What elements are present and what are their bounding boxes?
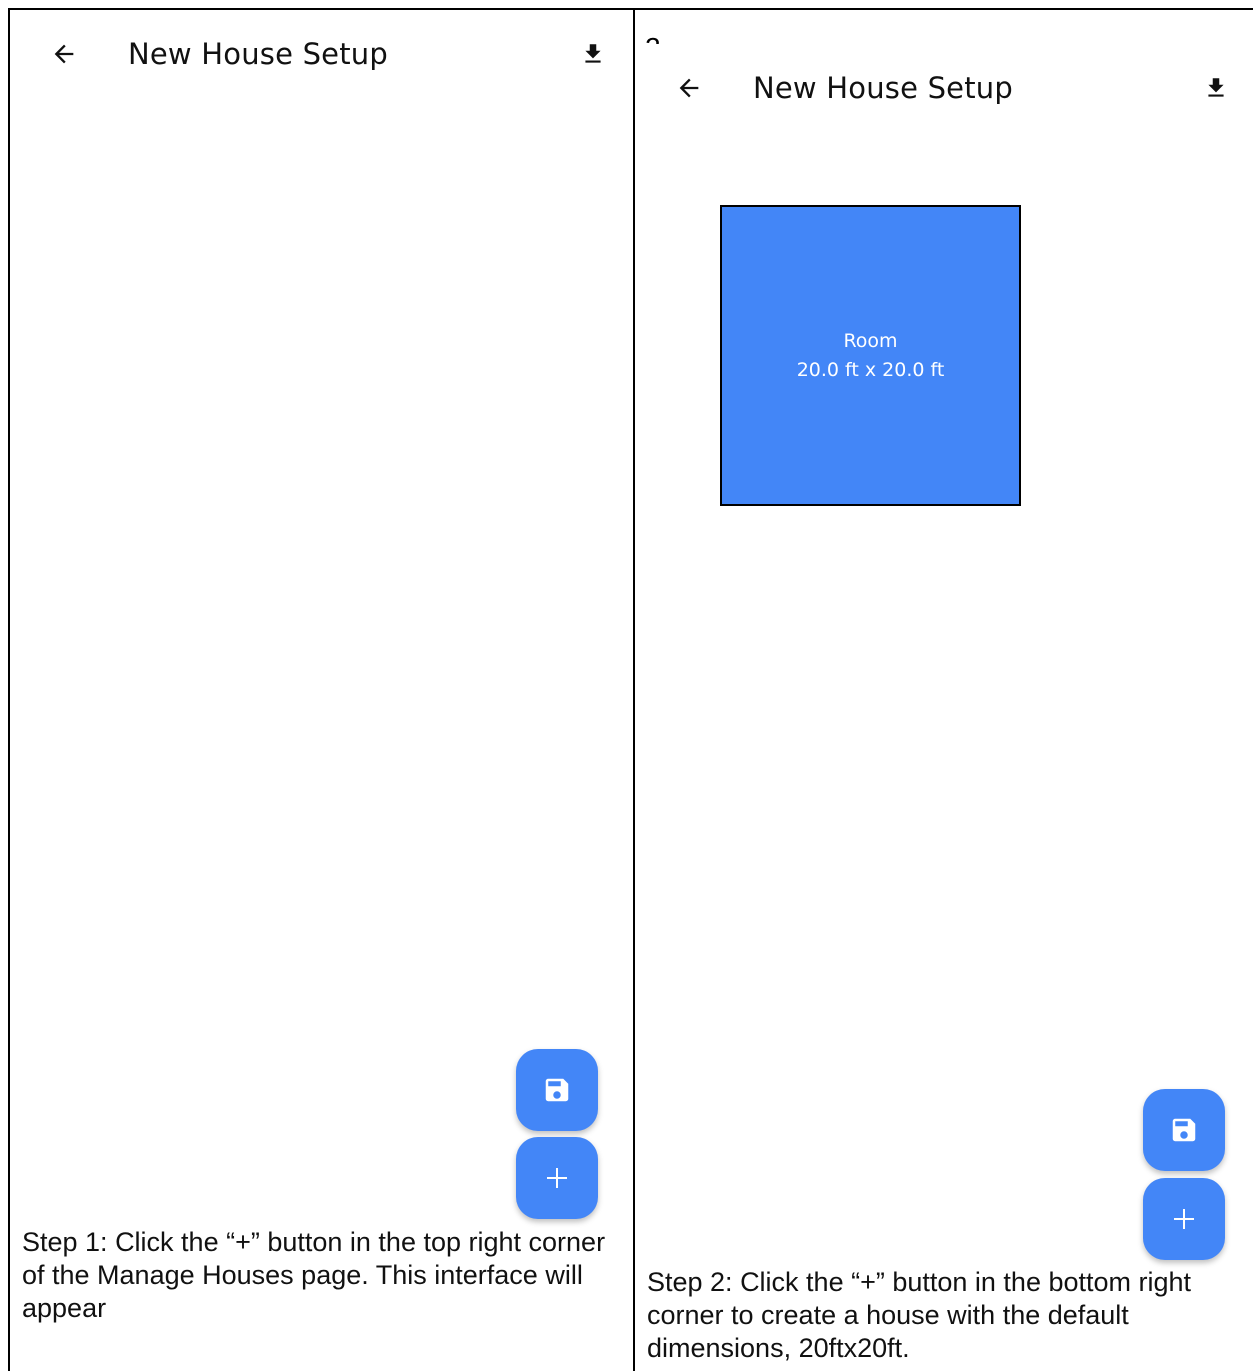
step-2-caption: Step 2: Click the “+” button in the bott… [647, 1267, 1192, 1363]
step-2-screenshot: New House Setup Room 20.0 ft x 20.0 ft [635, 44, 1253, 1260]
step-1-screenshot: New House Setup [10, 10, 610, 1219]
plus-icon [547, 1168, 567, 1188]
step-1-caption: Step 1: Click the “+” button in the top … [22, 1227, 606, 1323]
room-dimensions: 20.0 ft x 20.0 ft [796, 358, 945, 381]
download-icon[interactable] [1203, 74, 1229, 102]
instruction-table: New House Setup Step 1: Click the “+” bu… [8, 8, 1253, 1371]
floppy-disk-icon [1172, 1118, 1196, 1142]
step-1-cell: New House Setup Step 1: Click the “+” bu… [10, 10, 633, 1371]
save-button[interactable] [516, 1049, 598, 1131]
arrow-left-icon[interactable] [675, 74, 703, 102]
plus-icon [1174, 1209, 1194, 1229]
add-room-button[interactable] [516, 1137, 598, 1219]
add-room-button[interactable] [1143, 1178, 1225, 1260]
app-bar: New House Setup [10, 10, 610, 100]
app-bar: New House Setup [635, 44, 1253, 134]
room-name: Room [843, 329, 898, 352]
download-icon[interactable] [580, 40, 606, 68]
page-title: New House Setup [753, 71, 1013, 105]
save-button[interactable] [1143, 1089, 1225, 1171]
arrow-left-icon[interactable] [50, 40, 78, 68]
room-tile[interactable]: Room 20.0 ft x 20.0 ft [720, 205, 1021, 506]
floppy-disk-icon [545, 1078, 569, 1102]
step-2-cell: 2. New House Setup Room 20.0 ft x 20.0 f… [635, 10, 1253, 1371]
page-title: New House Setup [128, 37, 388, 71]
